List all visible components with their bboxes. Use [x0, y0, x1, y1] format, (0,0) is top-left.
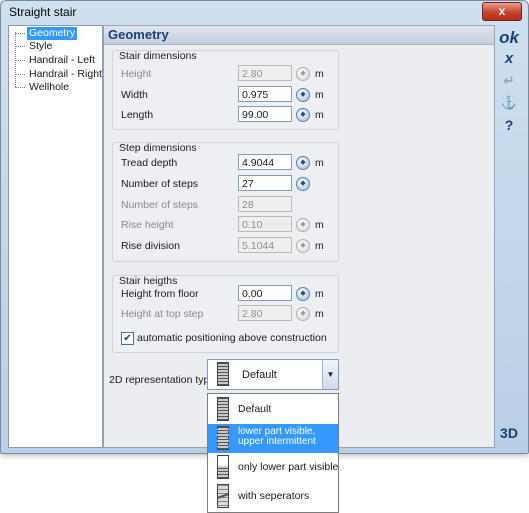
- length-field[interactable]: 99.00: [238, 106, 292, 122]
- height-label: Height: [121, 68, 152, 80]
- height-at-top-step-label: Height at top step: [121, 308, 204, 320]
- tree-item-label: Handrail - Right: [29, 68, 102, 80]
- height-at-top-step-field: 2.80: [238, 305, 292, 321]
- rise-division-label: Rise division: [121, 240, 180, 252]
- height-at-top-step-spin-icon: ◆: [296, 307, 310, 321]
- stair-intermittent-icon: [217, 426, 229, 450]
- tree-item-label: Handrail - Left: [29, 54, 95, 66]
- unit-label: m: [315, 240, 324, 252]
- dropdown-option-lower-upper[interactable]: lower part visible, upper intermittent: [208, 424, 338, 453]
- step-dimensions-group: Step dimensions Tread depth 4.9044 ◆ m N…: [112, 142, 339, 262]
- height-from-floor-spin-icon[interactable]: ◆: [296, 287, 310, 301]
- unit-label: m: [315, 109, 324, 121]
- tread-depth-field[interactable]: 4.9044: [238, 154, 292, 170]
- tree-item-label: Geometry: [27, 27, 78, 40]
- unit-label: m: [315, 288, 324, 300]
- number-of-steps-label: Number of steps: [121, 178, 199, 190]
- height-spin-icon: ◆: [296, 67, 310, 81]
- number-of-steps-spin-icon[interactable]: ◆: [296, 177, 310, 191]
- unit-label: m: [315, 308, 324, 320]
- height-from-floor-field[interactable]: 0.00: [238, 285, 292, 301]
- option-label: lower part visible, upper intermittent: [238, 426, 316, 447]
- option-label: only lower part visible: [238, 461, 339, 473]
- unit-label: m: [315, 157, 324, 169]
- cancel-button[interactable]: x: [495, 50, 523, 67]
- auto-position-checkbox[interactable]: ✔: [121, 332, 134, 345]
- representation-dropdown-list: Default lower part visible, upper interm…: [207, 393, 339, 513]
- panel-header: Geometry: [104, 26, 494, 45]
- representation-selected-value: Default: [242, 369, 277, 381]
- chevron-down-icon[interactable]: ▼: [322, 360, 338, 389]
- help-icon[interactable]: ?: [495, 117, 523, 133]
- rise-division-field: 5.1044: [238, 237, 292, 253]
- height-field: 2.80: [238, 65, 292, 81]
- window-title: Straight stair: [9, 5, 77, 19]
- rise-height-spin-icon: ◆: [296, 218, 310, 232]
- rise-division-spin-icon: ◆: [296, 239, 310, 253]
- ok-button[interactable]: ok: [495, 28, 523, 48]
- unit-label: m: [315, 89, 324, 101]
- stair-lower-icon: [217, 455, 229, 479]
- rise-height-field: 0.10: [238, 216, 292, 232]
- height-from-floor-label: Height from floor: [121, 288, 199, 300]
- dropdown-option-default[interactable]: Default: [208, 395, 338, 424]
- dropdown-option-separators[interactable]: with seperators: [208, 482, 338, 511]
- stair-default-icon: [217, 397, 229, 421]
- number-of-steps-computed-label: Number of steps: [121, 199, 199, 211]
- title-bar: Straight stair x: [1, 1, 528, 23]
- width-spin-icon[interactable]: ◆: [296, 88, 310, 102]
- anchor-icon[interactable]: ⚓: [495, 95, 523, 111]
- representation-select[interactable]: Default ▼: [207, 359, 339, 390]
- number-of-steps-computed-field: 28: [238, 196, 292, 212]
- unit-label: m: [315, 219, 324, 231]
- side-toolbar: ok x ↵ ⚓ ? 3D: [495, 25, 523, 446]
- rise-height-label: Rise height: [121, 219, 174, 231]
- length-spin-icon[interactable]: ◆: [296, 108, 310, 122]
- group-title: Stair heigths: [119, 275, 178, 287]
- stair-heights-group: Stair heigths Height from floor 0.00 ◆ m…: [112, 275, 339, 353]
- category-tree: Geometry Style Handrail - Left Handrail …: [8, 25, 103, 448]
- stair-separator-icon: [217, 484, 229, 508]
- group-title: Step dimensions: [119, 142, 197, 154]
- close-button[interactable]: x: [482, 2, 522, 21]
- stair-default-icon: [217, 362, 229, 386]
- enter-icon[interactable]: ↵: [495, 73, 523, 89]
- number-of-steps-field[interactable]: 27: [238, 175, 292, 191]
- unit-label: m: [315, 68, 324, 80]
- view-3d-button[interactable]: 3D: [495, 425, 523, 441]
- tree-item-label: Style: [29, 40, 53, 52]
- representation-label: 2D representation type: [109, 374, 216, 386]
- stair-dimensions-group: Stair dimensions Height 2.80 ◆ m Width 0…: [112, 50, 339, 130]
- width-field[interactable]: 0.975: [238, 86, 292, 102]
- group-title: Stair dimensions: [119, 50, 197, 62]
- tread-depth-label: Tread depth: [121, 157, 178, 169]
- tree-item-label: Wellhole: [29, 81, 70, 93]
- width-label: Width: [121, 89, 148, 101]
- length-label: Length: [121, 109, 154, 121]
- dropdown-option-lower-only[interactable]: only lower part visible: [208, 453, 338, 482]
- option-label: with seperators: [238, 490, 310, 502]
- auto-position-label[interactable]: automatic positioning above construction: [137, 332, 327, 344]
- option-label: Default: [238, 403, 272, 415]
- panel-title: Geometry: [108, 27, 169, 42]
- tread-depth-spin-icon[interactable]: ◆: [296, 156, 310, 170]
